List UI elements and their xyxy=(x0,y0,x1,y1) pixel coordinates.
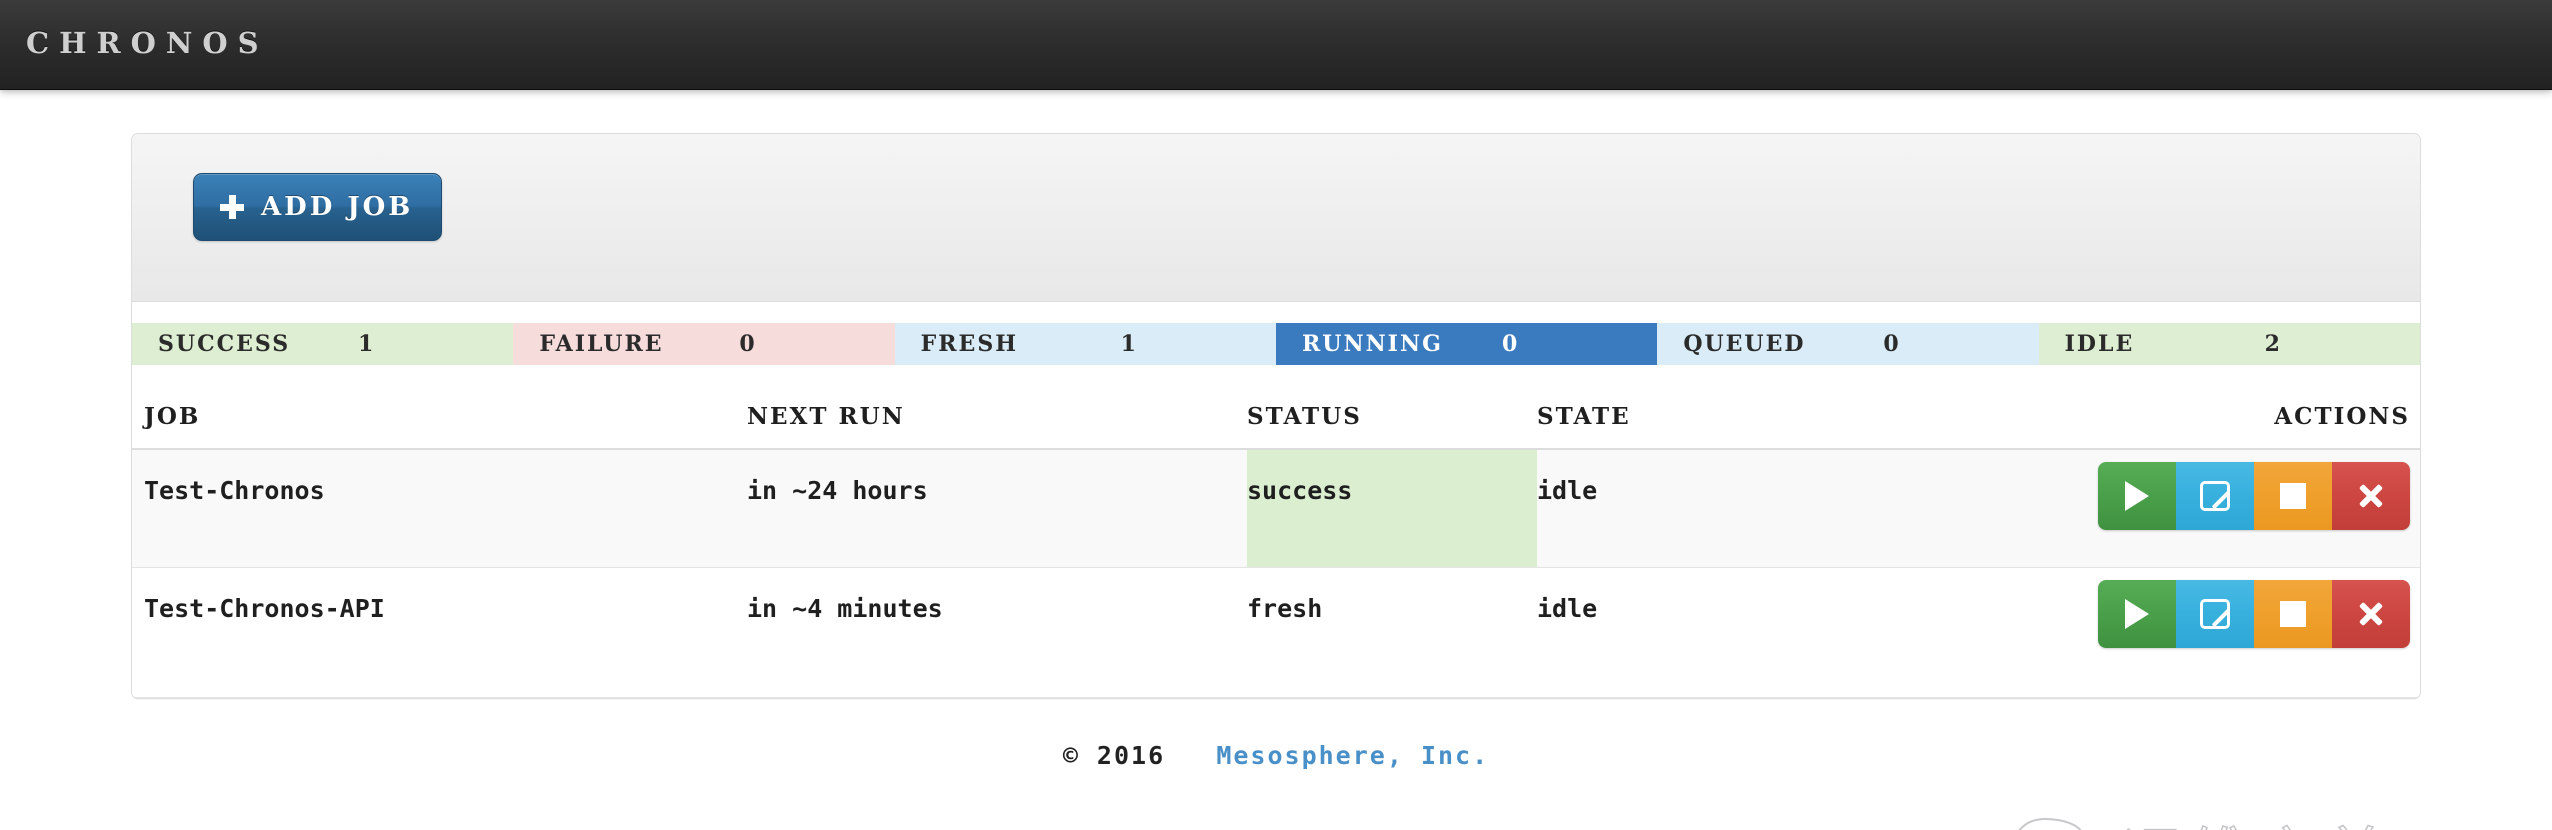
column-header-next-run[interactable]: NEXT RUN xyxy=(747,365,1247,449)
status-filter-failure[interactable]: FAILURE0 xyxy=(513,323,894,365)
watermark: 运维之美 xyxy=(2011,806,2393,830)
column-header-actions: ACTIONS xyxy=(1984,365,2421,449)
status-filter-label: IDLE xyxy=(2065,331,2265,357)
edit-job-button[interactable] xyxy=(2176,462,2254,530)
content-container: ADD JOB SUCCESS1FAILURE0FRESH1RUNNING0QU… xyxy=(131,133,2421,770)
job-status-cell: fresh xyxy=(1247,567,1537,697)
footer-copyright: © 2016 xyxy=(1063,741,1165,770)
status-filter-success[interactable]: SUCCESS1 xyxy=(132,323,513,365)
column-header-job[interactable]: JOB xyxy=(132,365,747,449)
status-filter-label: FAILURE xyxy=(539,331,739,357)
status-filter-idle[interactable]: IDLE2 xyxy=(2039,323,2420,365)
action-button-group xyxy=(2098,580,2410,648)
jobs-table-head: JOB NEXT RUN STATUS STATE ACTIONS xyxy=(132,365,2421,449)
status-filter-queued[interactable]: QUEUED0 xyxy=(1657,323,2038,365)
close-icon xyxy=(2357,482,2385,510)
status-filter-count: 0 xyxy=(1502,331,1519,357)
plus-icon xyxy=(220,195,244,219)
run-job-button[interactable] xyxy=(2098,462,2176,530)
job-name-cell: Test-Chronos xyxy=(132,449,747,567)
delete-job-button[interactable] xyxy=(2332,462,2410,530)
stop-icon xyxy=(2280,483,2306,509)
top-navbar: CHRONOS xyxy=(0,0,2552,90)
status-filter-count: 2 xyxy=(2265,331,2282,357)
wechat-icon xyxy=(2011,811,2107,830)
status-filter-count: 0 xyxy=(1883,331,1900,357)
footer-company-link[interactable]: Mesosphere, Inc. xyxy=(1216,741,1489,770)
job-status-cell: success xyxy=(1247,449,1537,567)
status-filter-bar: SUCCESS1FAILURE0FRESH1RUNNING0QUEUED0IDL… xyxy=(132,323,2420,365)
watermark-text: 运维之美 xyxy=(2121,806,2393,830)
add-job-label: ADD JOB xyxy=(261,192,413,222)
status-filter-running[interactable]: RUNNING0 xyxy=(1276,323,1657,365)
jobs-table-body: Test-Chronosin ~24 hourssuccessidleTest-… xyxy=(132,449,2421,697)
edit-job-button[interactable] xyxy=(2176,580,2254,648)
status-filter-count: 0 xyxy=(739,331,756,357)
table-header-row: JOB NEXT RUN STATUS STATE ACTIONS xyxy=(132,365,2421,449)
status-filter-label: FRESH xyxy=(921,331,1121,357)
status-filter-count: 1 xyxy=(1121,331,1138,357)
job-state-cell: idle xyxy=(1537,449,1984,567)
action-button-group xyxy=(2098,462,2410,530)
app-brand-chronos[interactable]: CHRONOS xyxy=(26,26,269,60)
jobs-table: JOB NEXT RUN STATUS STATE ACTIONS Test-C… xyxy=(132,365,2421,698)
status-filter-label: SUCCESS xyxy=(158,331,358,357)
job-name-cell: Test-Chronos-API xyxy=(132,567,747,697)
edit-icon xyxy=(2200,481,2230,511)
jobs-toolbar: ADD JOB xyxy=(132,134,2420,302)
table-row[interactable]: Test-Chronosin ~24 hourssuccessidle xyxy=(132,449,2421,567)
edit-icon xyxy=(2200,599,2230,629)
table-row[interactable]: Test-Chronos-APIin ~4 minutesfreshidle xyxy=(132,567,2421,697)
close-icon xyxy=(2357,600,2385,628)
status-filter-label: RUNNING xyxy=(1302,331,1502,357)
panel-spacer xyxy=(132,302,2420,323)
status-filter-fresh[interactable]: FRESH1 xyxy=(895,323,1276,365)
delete-job-button[interactable] xyxy=(2332,580,2410,648)
next-run-cell: in ~4 minutes xyxy=(747,567,1247,697)
status-filter-label: QUEUED xyxy=(1683,331,1883,357)
page-body: ADD JOB SUCCESS1FAILURE0FRESH1RUNNING0QU… xyxy=(0,90,2552,770)
play-icon xyxy=(2125,599,2149,629)
play-icon xyxy=(2125,481,2149,511)
jobs-panel: ADD JOB SUCCESS1FAILURE0FRESH1RUNNING0QU… xyxy=(131,133,2421,699)
page-footer: © 2016 Mesosphere, Inc. xyxy=(131,699,2421,770)
stop-job-button[interactable] xyxy=(2254,462,2332,530)
run-job-button[interactable] xyxy=(2098,580,2176,648)
stop-icon xyxy=(2280,601,2306,627)
add-job-button[interactable]: ADD JOB xyxy=(193,173,442,241)
job-actions-cell xyxy=(1984,449,2421,567)
next-run-cell: in ~24 hours xyxy=(747,449,1247,567)
job-actions-cell xyxy=(1984,567,2421,697)
column-header-state[interactable]: STATE xyxy=(1537,365,1984,449)
stop-job-button[interactable] xyxy=(2254,580,2332,648)
status-filter-count: 1 xyxy=(358,331,375,357)
job-state-cell: idle xyxy=(1537,567,1984,697)
column-header-status[interactable]: STATUS xyxy=(1247,365,1537,449)
